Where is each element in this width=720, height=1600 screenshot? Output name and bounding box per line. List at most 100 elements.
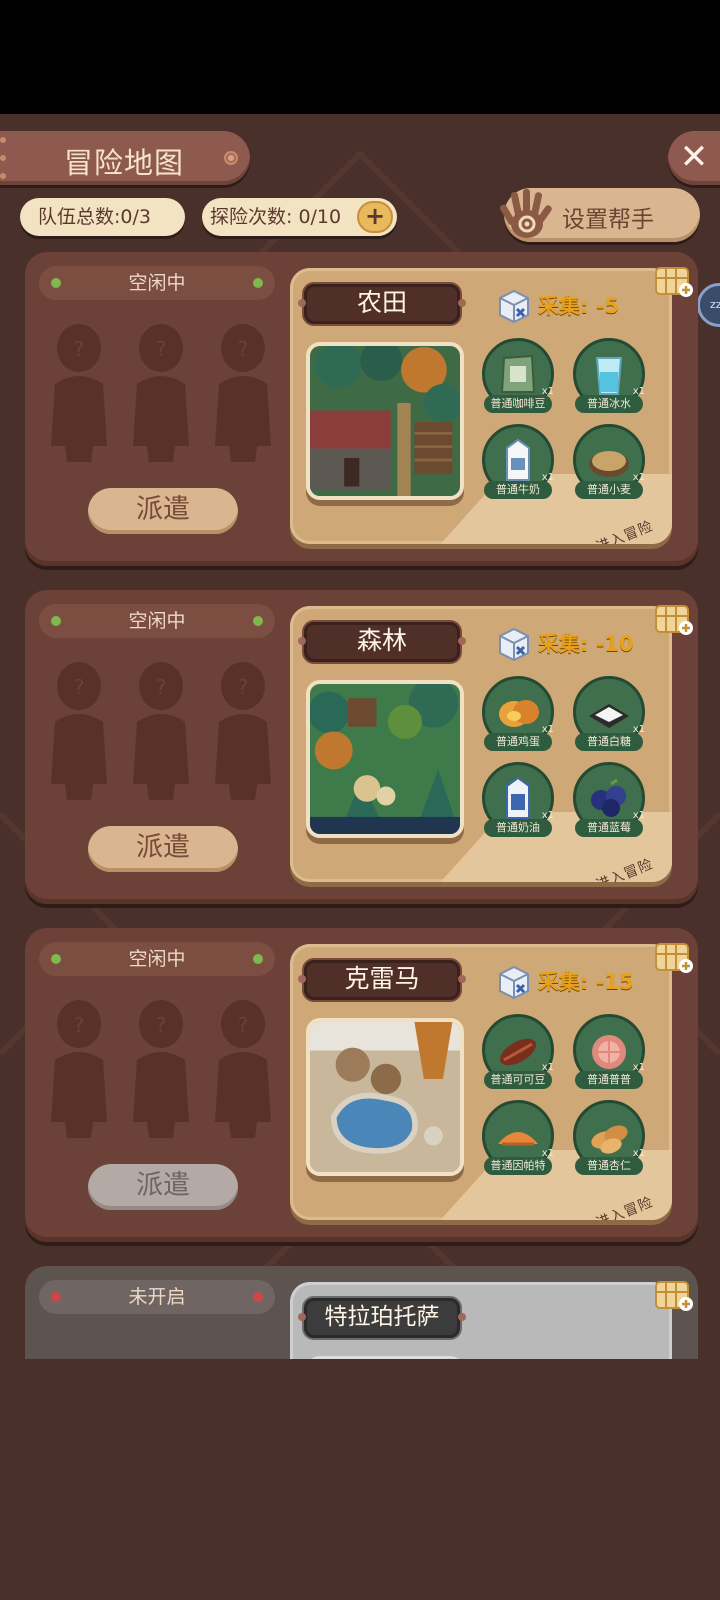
item-name: 普通冰水 xyxy=(575,395,643,413)
reward-item[interactable]: x1 普通小麦 xyxy=(573,424,645,499)
cocoa-bean-icon xyxy=(499,1038,537,1066)
cream-carton-icon xyxy=(506,776,530,819)
set-helper-button[interactable]: 设置帮手 xyxy=(500,188,700,242)
status-led-icon xyxy=(253,616,263,626)
item-name: 普通咖啡豆 xyxy=(484,395,552,413)
add-chest-icon[interactable] xyxy=(654,1276,694,1312)
item-name: 普通可可豆 xyxy=(484,1071,552,1089)
reward-item[interactable]: x1 普通咖啡豆 xyxy=(482,338,554,413)
reward-item[interactable]: x1 普通鸡蛋 xyxy=(482,676,554,751)
empty-member-slot-icon[interactable]: ? xyxy=(129,660,193,800)
location-panel[interactable]: 克雷马 采集: -15 x1 普通可可豆 x1 普通普普 x1 普通因帕特 x1… xyxy=(290,944,672,1220)
item-name: 普通奶油 xyxy=(484,819,552,837)
title-decoration xyxy=(0,155,6,161)
item-name: 普通杏仁 xyxy=(575,1157,643,1175)
title-ornament-icon xyxy=(224,151,238,165)
status-led-icon xyxy=(253,278,263,288)
add-chest-icon[interactable] xyxy=(654,938,694,974)
status-bar: 空闲中 xyxy=(39,604,275,638)
location-name: 特拉珀托萨 xyxy=(298,1298,466,1338)
empty-member-slot-icon[interactable]: ? xyxy=(211,322,275,462)
sleep-bubble-button[interactable]: zz xyxy=(697,283,720,327)
coffee-bean-bag-icon xyxy=(500,354,536,393)
item-name: 普通因帕特 xyxy=(484,1157,552,1175)
almond-icon xyxy=(591,1125,628,1154)
status-led-icon xyxy=(253,1292,263,1302)
item-name: 普通小麦 xyxy=(575,481,643,499)
set-helper-label: 设置帮手 xyxy=(562,207,654,233)
dispatch-button[interactable]: 派遣 xyxy=(88,1164,238,1210)
svg-text:?: ? xyxy=(238,337,249,361)
item-name: 普通白糖 xyxy=(575,733,643,751)
item-name: 普通普普 xyxy=(575,1071,643,1089)
add-explore-button[interactable]: + xyxy=(357,201,393,233)
status-led-icon xyxy=(253,954,263,964)
status-bar: 空闲中 xyxy=(39,266,275,300)
location-panel[interactable]: 森林 采集: -10 x1 普通鸡蛋 x1 普通白糖 x1 普通奶油 x1 普通… xyxy=(290,606,672,882)
svg-text:?: ? xyxy=(156,1013,167,1037)
reward-item[interactable]: x1 普通杏仁 xyxy=(573,1100,645,1175)
forest-scene-image xyxy=(306,680,464,838)
empty-member-slot-icon[interactable]: ? xyxy=(211,998,275,1138)
team-total-badge: 队伍总数:0/3 xyxy=(20,198,185,236)
reward-item[interactable]: x1 普通可可豆 xyxy=(482,1014,554,1089)
ice-water-icon xyxy=(595,357,623,395)
dispatch-button[interactable]: 派遣 xyxy=(88,488,238,534)
status-led-icon xyxy=(51,278,61,288)
reward-item[interactable]: x1 普通冰水 xyxy=(573,338,645,413)
blueberry-icon xyxy=(591,778,626,817)
add-chest-icon[interactable] xyxy=(654,600,694,636)
collect-cost: 采集: -5 xyxy=(538,294,620,318)
status-bar: 未开启 xyxy=(39,1280,275,1314)
location-name: 克雷马 xyxy=(298,960,466,1000)
status-text: 空闲中 xyxy=(128,610,186,632)
collect-cost: 采集: -15 xyxy=(538,970,634,994)
location-name: 森林 xyxy=(298,622,466,662)
adventure-card-forest: 空闲中 ? ? ? 派遣 森林 采集: -10 x1 普通鸡蛋 x1 普通白糖 … xyxy=(25,590,698,904)
svg-text:?: ? xyxy=(238,675,249,699)
reward-item[interactable]: x1 普通因帕特 xyxy=(482,1100,554,1175)
egg-icon xyxy=(499,700,539,727)
title-decoration xyxy=(0,137,6,143)
add-chest-icon[interactable] xyxy=(654,262,694,298)
empty-member-slot-icon[interactable]: ? xyxy=(47,998,111,1138)
location-name: 农田 xyxy=(298,284,466,324)
title-decoration xyxy=(0,173,6,179)
empty-member-slot-icon[interactable]: ? xyxy=(129,322,193,462)
title-bar: 冒险地图 xyxy=(0,131,250,185)
dice-icon xyxy=(499,965,529,1000)
reward-item[interactable]: x1 普通奶油 xyxy=(482,762,554,837)
page-title: 冒险地图 xyxy=(64,146,185,180)
item-name: 普通牛奶 xyxy=(484,481,552,499)
item-name: 普通鸡蛋 xyxy=(484,733,552,751)
empty-member-slot-icon[interactable]: ? xyxy=(47,660,111,800)
location-panel[interactable]: 农田 采集: -5 x1 普通咖啡豆 x1 普通冰水 x1 普通牛奶 x1 普通… xyxy=(290,268,672,544)
hand-icon xyxy=(500,189,552,238)
close-button[interactable]: ✕ xyxy=(668,131,720,185)
reward-item[interactable]: x1 普通普普 xyxy=(573,1014,645,1089)
status-text: 空闲中 xyxy=(128,272,186,294)
collect-cost: 采集: -10 xyxy=(538,632,634,656)
dice-icon xyxy=(499,289,529,324)
explore-count-badge: 探险次数: 0/10 + xyxy=(202,198,397,236)
svg-text:?: ? xyxy=(156,337,167,361)
empty-member-slot-icon[interactable]: ? xyxy=(129,998,193,1138)
svg-text:?: ? xyxy=(74,675,85,699)
reward-item[interactable]: x1 普通白糖 xyxy=(573,676,645,751)
dispatch-button[interactable]: 派遣 xyxy=(88,826,238,872)
svg-text:?: ? xyxy=(74,337,85,361)
milk-carton-icon xyxy=(506,438,530,481)
pastry-icon xyxy=(498,1132,538,1146)
reward-item[interactable]: x1 普通蓝莓 xyxy=(573,762,645,837)
dice-icon xyxy=(499,627,529,662)
status-text: 空闲中 xyxy=(128,948,186,970)
wheat-icon xyxy=(589,451,629,477)
adventure-card-crema: 空闲中 ? ? ? 派遣 克雷马 采集: -15 x1 普通可可豆 x1 普通普… xyxy=(25,928,698,1242)
item-name: 普通蓝莓 xyxy=(575,819,643,837)
farm-scene-image xyxy=(306,342,464,500)
reward-item[interactable]: x1 普通牛奶 xyxy=(482,424,554,499)
empty-member-slot-icon[interactable]: ? xyxy=(211,660,275,800)
explore-count-text: 探险次数: 0/10 xyxy=(210,206,342,228)
svg-text:?: ? xyxy=(156,675,167,699)
empty-member-slot-icon[interactable]: ? xyxy=(47,322,111,462)
